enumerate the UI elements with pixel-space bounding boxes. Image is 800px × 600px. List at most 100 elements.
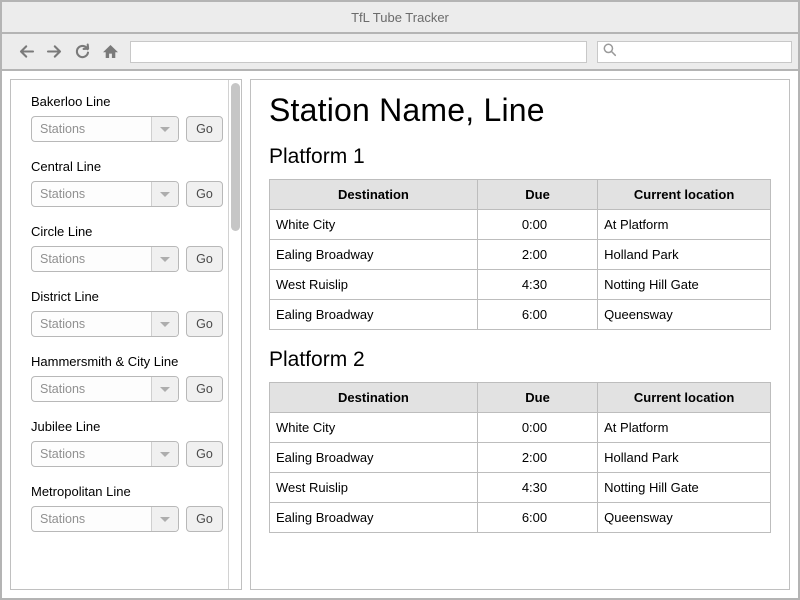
station-select-value: Stations [32,182,151,206]
go-button[interactable]: Go [186,116,223,142]
go-button[interactable]: Go [186,376,223,402]
column-header: Destination [270,180,478,210]
platforms-container: Platform 1DestinationDueCurrent location… [269,145,771,533]
cell-destination: Ealing Broadway [270,503,478,533]
window-title: TfL Tube Tracker [351,10,449,25]
content-area: Bakerloo LineStationsGoCentral LineStati… [2,71,798,598]
page-title: Station Name, Line [269,92,771,129]
line-label: Circle Line [31,224,228,239]
chevron-down-icon[interactable] [151,182,178,206]
station-select[interactable]: Stations [31,441,179,467]
line-group: District LineStationsGo [31,289,228,337]
go-button[interactable]: Go [186,506,223,532]
cell-due: 0:00 [477,210,597,240]
table-row: Ealing Broadway2:00Holland Park [270,443,771,473]
cell-location: Queensway [598,503,771,533]
browser-window: TfL Tube Tracker [0,0,800,600]
chevron-down-icon[interactable] [151,377,178,401]
station-select[interactable]: Stations [31,181,179,207]
table-row: Ealing Broadway2:00Holland Park [270,240,771,270]
column-header: Current location [598,180,771,210]
line-row: Stations Go [31,441,228,467]
line-label: Central Line [31,159,228,174]
cell-location: At Platform [598,413,771,443]
platform-block: Platform 2DestinationDueCurrent location… [269,348,771,533]
table-header-row: DestinationDueCurrent location [270,180,771,210]
station-select[interactable]: Stations [31,506,179,532]
cell-destination: Ealing Broadway [270,443,478,473]
line-group: Jubilee LineStationsGo [31,419,228,467]
line-group: Hammersmith & City Line Stations Go [31,354,228,402]
caret-shape [160,192,170,197]
cell-due: 2:00 [477,240,597,270]
cell-due: 6:00 [477,300,597,330]
caret-shape [160,127,170,132]
departures-table: DestinationDueCurrent locationWhite City… [269,179,771,330]
station-select[interactable]: Stations [31,246,179,272]
table-row: Ealing Broadway6:00Queensway [270,300,771,330]
search-input[interactable] [617,44,791,60]
cell-destination: West Ruislip [270,473,478,503]
line-row: Stations Go [31,376,228,402]
go-button[interactable]: Go [186,311,223,337]
chevron-down-icon[interactable] [151,312,178,336]
line-row: Stations Go [31,506,228,532]
departures-table: DestinationDueCurrent locationWhite City… [269,382,771,533]
scrollbar-thumb[interactable] [231,83,240,231]
line-label: Hammersmith & City Line [31,354,228,369]
go-button[interactable]: Go [186,441,223,467]
browser-toolbar [2,34,798,71]
station-select-value: Stations [32,312,151,336]
cell-due: 0:00 [477,413,597,443]
titlebar: TfL Tube Tracker [2,2,798,34]
caret-shape [160,322,170,327]
caret-shape [160,517,170,522]
platform-block: Platform 1DestinationDueCurrent location… [269,145,771,330]
cell-location: Holland Park [598,443,771,473]
cell-location: Queensway [598,300,771,330]
station-select[interactable]: Stations [31,311,179,337]
table-row: Ealing Broadway6:00Queensway [270,503,771,533]
column-header: Due [477,383,597,413]
chevron-down-icon[interactable] [151,117,178,141]
line-group: Circle Line Stations Go [31,224,228,272]
address-input[interactable] [130,41,587,63]
line-group: Metropolitan LineStationsGo [31,484,228,532]
cell-destination: Ealing Broadway [270,240,478,270]
line-group: Central Line Stations Go [31,159,228,207]
go-button[interactable]: Go [186,181,223,207]
cell-location: At Platform [598,210,771,240]
station-select[interactable]: Stations [31,376,179,402]
cell-due: 4:30 [477,473,597,503]
table-header-row: DestinationDueCurrent location [270,383,771,413]
column-header: Due [477,180,597,210]
station-select-value: Stations [32,117,151,141]
chevron-down-icon[interactable] [151,507,178,531]
cell-due: 6:00 [477,503,597,533]
main-panel: Station Name, Line Platform 1Destination… [250,79,790,590]
forward-button[interactable] [40,38,68,66]
back-button[interactable] [12,38,40,66]
cell-destination: White City [270,210,478,240]
cell-destination: West Ruislip [270,270,478,300]
station-select[interactable]: Stations [31,116,179,142]
chevron-down-icon[interactable] [151,442,178,466]
sidebar-list: Bakerloo LineStationsGoCentral LineStati… [11,80,228,589]
go-button[interactable]: Go [186,246,223,272]
cell-location: Notting Hill Gate [598,270,771,300]
caret-shape [160,452,170,457]
chevron-down-icon[interactable] [151,247,178,271]
line-row: Stations Go [31,246,228,272]
caret-shape [160,257,170,262]
cell-location: Holland Park [598,240,771,270]
search-box[interactable] [597,41,792,63]
line-group: Bakerloo LineStationsGo [31,94,228,142]
reload-button[interactable] [68,38,96,66]
table-row: West Ruislip4:30Notting Hill Gate [270,270,771,300]
home-button[interactable] [96,38,124,66]
station-select-value: Stations [32,442,151,466]
sidebar-scrollbar[interactable] [228,80,241,589]
line-row: Stations Go [31,181,228,207]
cell-destination: Ealing Broadway [270,300,478,330]
station-select-value: Stations [32,377,151,401]
